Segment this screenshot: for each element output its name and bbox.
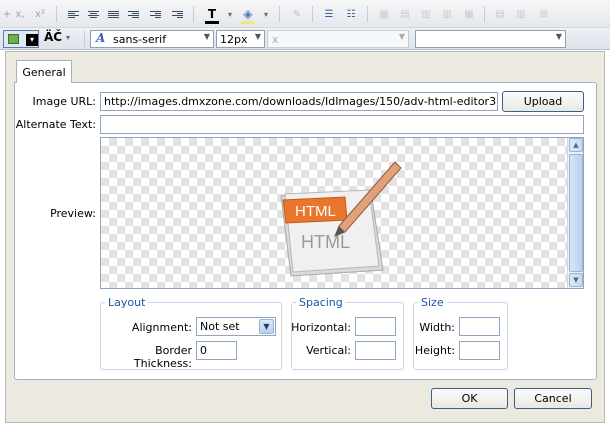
spacing-legend: Spacing: [299, 296, 343, 309]
image-button[interactable]: ▾: [3, 30, 39, 48]
toolbar-separator: [484, 6, 485, 22]
vertical-spacing-field[interactable]: [355, 341, 396, 360]
toolbar-separator: [279, 6, 280, 22]
width-field[interactable]: [459, 317, 500, 336]
preview-label: Preview:: [50, 207, 96, 220]
chevron-down-icon: ▾: [26, 34, 38, 46]
html-editor-image: HTML HTML: [280, 161, 402, 277]
formatting-toolbar: + x, x² T ▾ ◈ ▾ ✎ ☰ ☷ ▦ ▤ ▥ ▥ ▦ ▤ ▥ ⊠: [0, 0, 610, 28]
text-color-bar: [205, 21, 219, 24]
width-label: Width:: [419, 321, 455, 334]
scroll-down-icon[interactable]: ▼: [569, 273, 583, 287]
image-icon: [8, 34, 19, 44]
spellcheck-button[interactable]: ÄČ: [44, 30, 62, 44]
chevron-down-icon[interactable]: ▾: [66, 33, 70, 42]
horizontal-spacing-field[interactable]: [355, 317, 396, 336]
alignment-select[interactable]: Not set ▼: [196, 317, 276, 336]
delete-column-icon[interactable]: ▥: [514, 7, 528, 21]
indent-icon[interactable]: [148, 7, 162, 21]
table-column-icon[interactable]: ▥: [419, 7, 433, 21]
superscript-button[interactable]: x²: [33, 7, 47, 21]
table-row-icon[interactable]: ▤: [398, 7, 412, 21]
toolbar-separator: [84, 31, 85, 47]
highlight-color-icon[interactable]: ◈: [241, 7, 255, 21]
alignment-label: Alignment:: [131, 321, 192, 334]
numbered-list-icon[interactable]: ☷: [344, 7, 358, 21]
chevron-down-icon: ▼: [555, 32, 562, 41]
preview-scrollbar[interactable]: ▲ ▼: [567, 138, 583, 288]
alternate-text-label: Alternate Text:: [15, 118, 96, 131]
size-legend: Size: [421, 296, 444, 309]
chevron-down-icon[interactable]: ▾: [259, 7, 273, 21]
bullet-list-icon[interactable]: ☰: [322, 7, 336, 21]
ok-button[interactable]: OK: [431, 388, 508, 409]
link-icon[interactable]: ✎: [290, 7, 304, 21]
table-icon[interactable]: ▦: [377, 7, 391, 21]
delete-table-icon[interactable]: ⊠: [537, 7, 551, 21]
image-url-label: Image URL:: [32, 95, 96, 108]
upload-button[interactable]: Upload: [502, 91, 584, 112]
font-family-select[interactable]: A sans-serif ▼: [90, 30, 214, 48]
format-select[interactable]: x ▼: [267, 30, 409, 48]
align-left-icon[interactable]: [66, 7, 80, 21]
scroll-thumb[interactable]: [569, 154, 583, 272]
strikethrough-button[interactable]: +: [0, 7, 14, 21]
text-color-button[interactable]: T: [205, 7, 219, 21]
border-thickness-field[interactable]: 0: [196, 341, 237, 360]
toolbar-separator: [56, 6, 57, 22]
font-size-select[interactable]: 12px ▼: [216, 30, 265, 48]
font-toolbar: ▾ ÄČ ▾ A sans-serif ▼ 12px ▼ x ▼ ▼: [0, 28, 610, 50]
chevron-down-icon[interactable]: ▾: [223, 7, 237, 21]
table-merge-icon[interactable]: ▥: [440, 7, 454, 21]
image-caption-faded: HTML: [301, 232, 350, 252]
highlight-color-bar: [241, 21, 255, 24]
style-select[interactable]: ▼: [415, 30, 566, 48]
subscript-button[interactable]: x,: [13, 7, 27, 21]
toolbar-separator: [193, 6, 194, 22]
toolbar-separator: [367, 6, 368, 22]
horizontal-label: Horizontal:: [291, 321, 351, 334]
height-label: Height:: [414, 344, 455, 357]
tab-general[interactable]: General: [16, 60, 72, 83]
font-icon: A: [96, 31, 106, 45]
chevron-down-icon: ▼: [259, 319, 274, 334]
layout-legend: Layout: [108, 296, 146, 309]
delete-row-icon[interactable]: ▤: [493, 7, 507, 21]
toolbar-separator: [312, 6, 313, 22]
chevron-down-icon: ▼: [203, 32, 210, 41]
image-caption: HTML: [295, 203, 336, 220]
align-center-icon[interactable]: [86, 7, 100, 21]
border-thickness-label: Border Thickness:: [133, 344, 192, 370]
vertical-label: Vertical:: [306, 344, 351, 357]
chevron-down-icon: ▼: [398, 32, 405, 41]
alternate-text-field[interactable]: [100, 115, 584, 134]
table-split-icon[interactable]: ▦: [462, 7, 476, 21]
chevron-down-icon: ▼: [254, 32, 261, 41]
height-field[interactable]: [459, 341, 500, 360]
scroll-up-icon[interactable]: ▲: [569, 138, 583, 152]
align-right-icon[interactable]: [106, 7, 120, 21]
align-justify-icon[interactable]: [126, 7, 140, 21]
image-preview: HTML HTML ▲ ▼: [100, 137, 584, 289]
outdent-icon[interactable]: [170, 7, 184, 21]
image-url-field[interactable]: http://images.dmxzone.com/downloads/IdIm…: [100, 92, 498, 111]
cancel-button[interactable]: Cancel: [514, 388, 592, 409]
